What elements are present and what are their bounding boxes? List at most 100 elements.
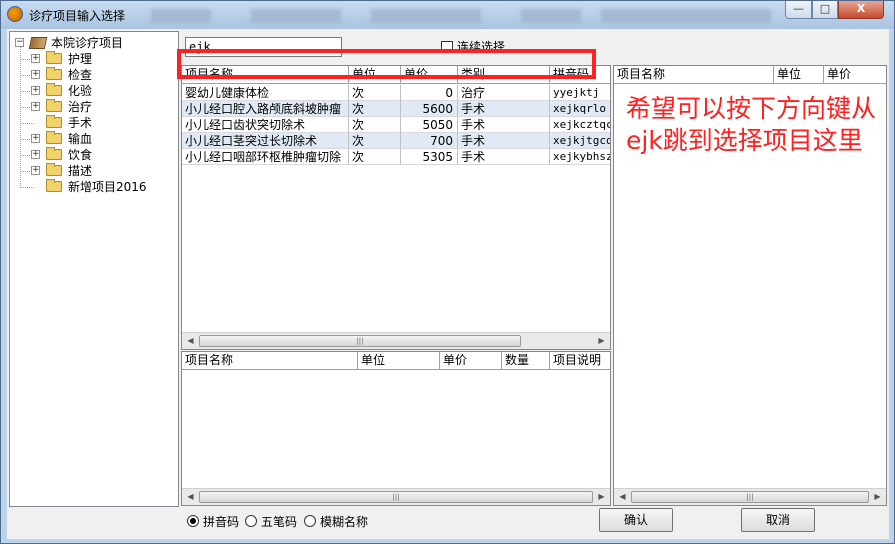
- table-row[interactable]: 小儿经口腔入路颅底斜坡肿瘤次 5600 手术 xejkqrlo: [182, 101, 610, 117]
- category-tree[interactable]: − 本院诊疗项目 + 护理 + 检查 + 化验 + 治疗 手术 + 输血 + 饮食 + 描述 新增项目2016: [9, 31, 179, 507]
- tree-item[interactable]: + 化验: [10, 83, 178, 99]
- expand-icon[interactable]: +: [31, 54, 40, 63]
- cell-price: 5050: [401, 117, 458, 133]
- right-grid-header: 项目名称 单位 单价: [614, 66, 886, 84]
- radio-pinyin[interactable]: [187, 515, 199, 527]
- expand-icon[interactable]: +: [31, 70, 40, 79]
- cell-pinyin: yyejktj: [550, 85, 610, 101]
- cell-name: 婴幼儿健康体检: [182, 85, 349, 101]
- tree-item-label: 治疗: [68, 100, 93, 114]
- right-col-price[interactable]: 单价: [824, 66, 886, 83]
- cancel-button[interactable]: 取消: [741, 508, 815, 532]
- tree-item-label: 检查: [68, 68, 93, 82]
- app-icon: [7, 6, 23, 22]
- minimize-button[interactable]: —: [785, 1, 812, 19]
- folder-icon: [46, 131, 62, 145]
- tree-item-label: 新增项目2016: [68, 180, 147, 194]
- scroll-right-icon[interactable]: ▶: [869, 489, 886, 505]
- tree-item[interactable]: + 护理: [10, 51, 178, 67]
- radio-fuzzy[interactable]: [304, 515, 316, 527]
- tree-item[interactable]: + 检查: [10, 67, 178, 83]
- sel-col-qty[interactable]: 数量: [502, 352, 550, 369]
- expand-icon[interactable]: +: [31, 166, 40, 175]
- results-grid[interactable]: 项目名称 单位 单价 类别 拼音码 婴幼儿健康体检次 0 治疗 yyejktj 小儿经口…: [181, 65, 611, 350]
- cell-category: 手术: [458, 117, 550, 133]
- results-hscrollbar[interactable]: ◀ ||| ▶: [182, 332, 610, 349]
- tree-item[interactable]: 新增项目2016: [10, 179, 178, 195]
- tree-item-label: 描述: [68, 164, 93, 178]
- tree-item[interactable]: + 描述: [10, 163, 178, 179]
- sel-col-name[interactable]: 项目名称: [182, 352, 358, 369]
- cell-pinyin: xejkcztqc: [550, 117, 610, 133]
- expand-icon[interactable]: +: [31, 86, 40, 95]
- selected-grid-header: 项目名称 单位 单价 数量 项目说明: [182, 352, 610, 370]
- cell-unit: 次: [349, 117, 401, 133]
- folder-icon: [46, 67, 62, 81]
- expand-icon[interactable]: +: [31, 150, 40, 159]
- tree-root[interactable]: − 本院诊疗项目: [10, 35, 178, 51]
- cell-category: 治疗: [458, 85, 550, 101]
- tree-item[interactable]: + 输血: [10, 131, 178, 147]
- cell-category: 手术: [458, 133, 550, 149]
- sel-col-price[interactable]: 单价: [440, 352, 502, 369]
- scroll-right-icon[interactable]: ▶: [593, 333, 610, 349]
- right-col-name[interactable]: 项目名称: [614, 66, 774, 83]
- tree-item-label: 饮食: [68, 148, 93, 162]
- radio-wubi[interactable]: [245, 515, 257, 527]
- folder-icon: [46, 115, 62, 129]
- tree-item-label: 手术: [68, 116, 93, 130]
- cell-unit: 次: [349, 133, 401, 149]
- blurred-field: [251, 9, 341, 23]
- table-row[interactable]: 婴幼儿健康体检次 0 治疗 yyejktj: [182, 85, 610, 101]
- table-row[interactable]: 小儿经口齿状突切除术次 5050 手术 xejkcztqc: [182, 117, 610, 133]
- dialog-window: 诊疗项目输入选择 — □ X − 本院诊疗项目 + 护理 + 检查 + 化验 + 治疗 手术 + 输…: [0, 0, 895, 544]
- cell-unit: 次: [349, 149, 401, 165]
- cell-unit: 次: [349, 101, 401, 117]
- tree-root-label: 本院诊疗项目: [51, 36, 124, 50]
- blurred-field: [601, 9, 771, 23]
- table-row[interactable]: 小儿经口咽部环枢椎肿瘤切除次 5305 手术 xejkybhsz: [182, 149, 610, 165]
- tree-item-label: 输血: [68, 132, 93, 146]
- tree-item-label: 护理: [68, 52, 93, 66]
- expand-icon[interactable]: +: [31, 102, 40, 111]
- scroll-left-icon[interactable]: ◀: [182, 333, 199, 349]
- maximize-button[interactable]: □: [812, 1, 838, 19]
- tree-item[interactable]: 手术: [10, 115, 178, 131]
- title-bar[interactable]: 诊疗项目输入选择 — □ X: [1, 1, 894, 29]
- expand-icon[interactable]: +: [31, 134, 40, 143]
- tree-item[interactable]: + 治疗: [10, 99, 178, 115]
- sel-col-desc[interactable]: 项目说明: [550, 352, 610, 369]
- cell-price: 0: [401, 85, 458, 101]
- cell-pinyin: xejkqrlo: [550, 101, 610, 117]
- tree-item[interactable]: + 饮食: [10, 147, 178, 163]
- cell-category: 手术: [458, 149, 550, 165]
- folder-icon: [46, 179, 62, 193]
- book-icon: [28, 37, 48, 49]
- scroll-left-icon[interactable]: ◀: [614, 489, 631, 505]
- blurred-field: [371, 9, 481, 23]
- cell-name: 小儿经口腔入路颅底斜坡肿瘤: [182, 101, 349, 117]
- radio-wubi-label: 五笔码: [261, 515, 298, 529]
- scroll-right-icon[interactable]: ▶: [593, 489, 610, 505]
- sel-col-unit[interactable]: 单位: [358, 352, 440, 369]
- scroll-left-icon[interactable]: ◀: [182, 489, 199, 505]
- folder-icon: [46, 83, 62, 97]
- cell-name: 小儿经口茎突过长切除术: [182, 133, 349, 149]
- scroll-thumb[interactable]: |||: [199, 491, 593, 503]
- scroll-thumb[interactable]: |||: [631, 491, 869, 503]
- selected-hscrollbar[interactable]: ◀ ||| ▶: [182, 488, 610, 505]
- selected-grid[interactable]: 项目名称 单位 单价 数量 项目说明 ◀ ||| ▶: [181, 351, 611, 506]
- collapse-icon[interactable]: −: [15, 38, 24, 47]
- confirm-button[interactable]: 确认: [599, 508, 673, 532]
- cell-pinyin: xejkybhsz: [550, 149, 610, 165]
- close-button[interactable]: X: [838, 1, 884, 19]
- right-hscrollbar[interactable]: ◀ ||| ▶: [614, 488, 886, 505]
- window-title: 诊疗项目输入选择: [29, 9, 126, 23]
- right-col-unit[interactable]: 单位: [774, 66, 824, 83]
- scroll-thumb[interactable]: |||: [199, 335, 521, 347]
- tree-guide: [20, 123, 34, 124]
- cell-unit: 次: [349, 85, 401, 101]
- blurred-field: [151, 9, 211, 23]
- cell-category: 手术: [458, 101, 550, 117]
- table-row[interactable]: 小儿经口茎突过长切除术次 700 手术 xejkjtgcq: [182, 133, 610, 149]
